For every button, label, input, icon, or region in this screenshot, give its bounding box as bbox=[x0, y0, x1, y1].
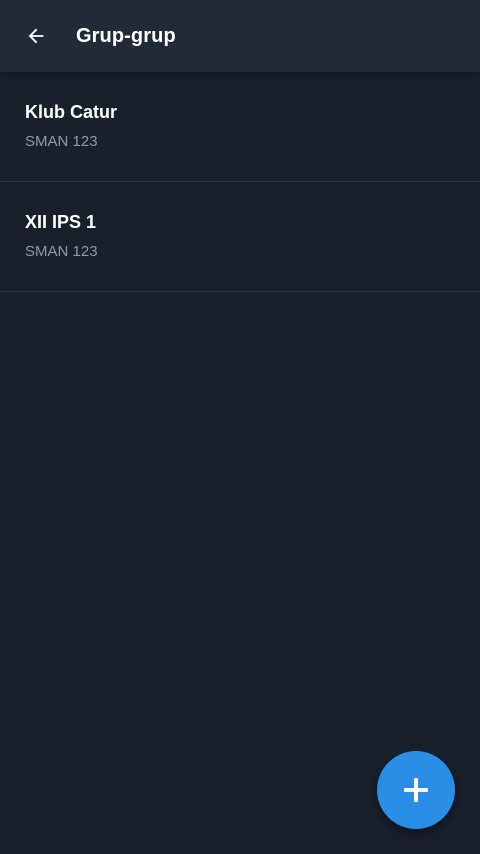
app-bar: Grup-grup bbox=[0, 0, 480, 72]
arrow-left-icon bbox=[25, 25, 47, 47]
list-item[interactable]: XII IPS 1 SMAN 123 bbox=[0, 182, 480, 292]
back-button[interactable] bbox=[0, 0, 72, 72]
page-title: Grup-grup bbox=[76, 24, 176, 47]
groups-screen: Grup-grup Klub Catur SMAN 123 XII IPS 1 … bbox=[0, 0, 480, 854]
add-group-button[interactable] bbox=[377, 751, 455, 829]
plus-icon bbox=[403, 777, 429, 803]
group-list: Klub Catur SMAN 123 XII IPS 1 SMAN 123 bbox=[0, 72, 480, 292]
list-item[interactable]: Klub Catur SMAN 123 bbox=[0, 72, 480, 182]
group-name: Klub Catur bbox=[25, 102, 117, 122]
group-school: SMAN 123 bbox=[25, 133, 98, 150]
group-school: SMAN 123 bbox=[25, 243, 98, 260]
group-name: XII IPS 1 bbox=[25, 212, 97, 232]
